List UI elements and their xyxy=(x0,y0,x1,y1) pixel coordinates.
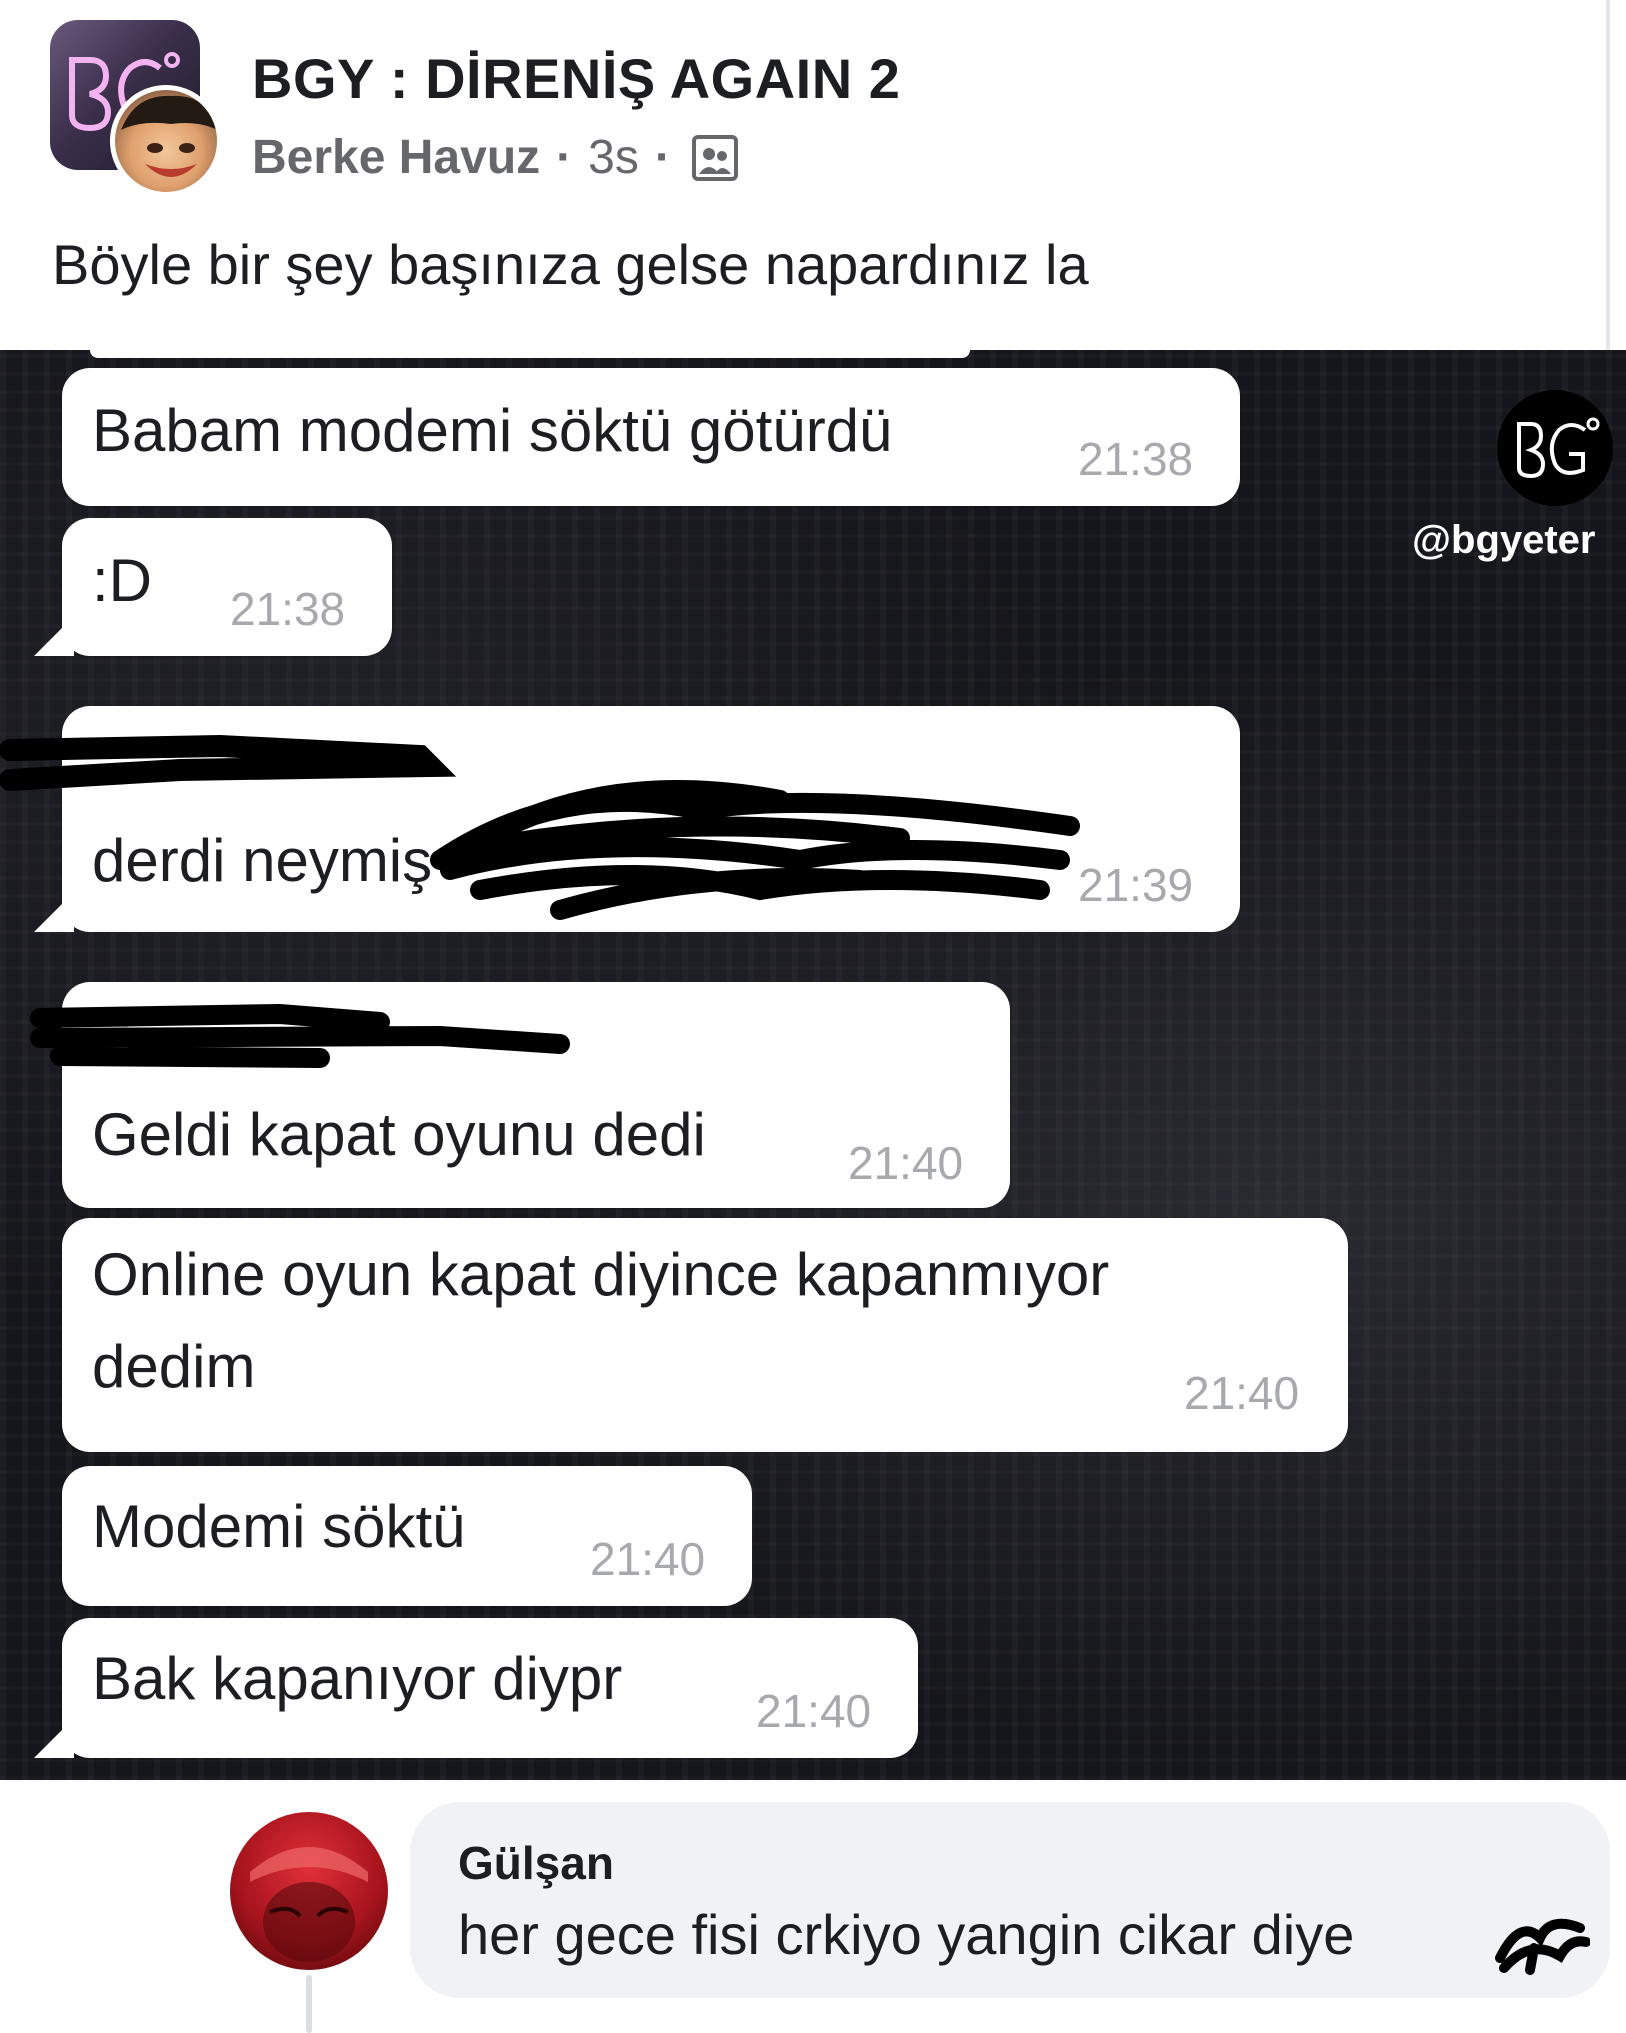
commenter-avatar[interactable] xyxy=(230,1812,388,1970)
message-time: 21:40 xyxy=(848,1137,964,1189)
watermark-handle: @bgyeter xyxy=(1412,518,1596,562)
post-caption: Böyle bir şey başınıza gelse napardınız … xyxy=(52,233,1089,296)
comment-section: Gülşan her gece fisi crkiyo yangin cikar… xyxy=(0,1780,1626,2033)
message-text: Geldi kapat oyunu dedi xyxy=(92,1101,706,1168)
bgy-logo-icon xyxy=(1497,390,1613,506)
meta-separator: · xyxy=(654,131,671,184)
group-members-icon xyxy=(691,134,739,182)
chat-screenshot-image[interactable]: Babam modemi söktü götürdü 21:38 :D 21:3… xyxy=(0,350,1626,1780)
thread-line xyxy=(306,1975,312,2033)
cropped-bubble-edge xyxy=(90,350,970,358)
message-text: Bak kapanıyor diypr xyxy=(92,1645,623,1712)
bubble-tail xyxy=(34,616,74,656)
author-avatar[interactable] xyxy=(110,85,222,197)
message-time: 21:40 xyxy=(590,1533,706,1585)
divider xyxy=(1606,0,1610,350)
message-time: 21:38 xyxy=(230,583,346,635)
post-meta: Berke Havuz · 3s · xyxy=(252,130,739,185)
message-text: Babam modemi söktü götürdü xyxy=(92,397,893,464)
chat-message: Online oyun kapat diyince kapanmıyor ded… xyxy=(62,1218,1348,1452)
comment-text: her gece fisi crkiyo yangin cikar diye xyxy=(458,1903,1355,1966)
post-header: BGY : DİRENİŞ AGAIN 2 Berke Havuz · 3s ·… xyxy=(0,0,1626,350)
redaction-scribble xyxy=(1495,1918,1590,1975)
chat-message: Modemi söktü 21:40 xyxy=(62,1466,752,1606)
bubble-tail xyxy=(34,1718,74,1758)
commenter-name-link[interactable]: Gülşan xyxy=(458,1836,614,1890)
redaction-scribble xyxy=(0,734,1080,920)
chat-message: :D 21:38 xyxy=(34,518,392,656)
post-timestamp[interactable]: 3s xyxy=(588,130,639,185)
message-text-line2: dedim xyxy=(92,1333,256,1400)
chat-message: Babam modemi söktü götürdü 21:38 xyxy=(62,368,1240,506)
chat-message: Bak kapanıyor diypr 21:40 xyxy=(34,1618,918,1758)
redaction-scribble xyxy=(30,1003,570,1068)
message-text: :D xyxy=(92,547,152,614)
message-time: 21:38 xyxy=(1078,433,1194,485)
author-name-link[interactable]: Berke Havuz xyxy=(252,130,540,185)
comment-bubble[interactable]: Gülşan her gece fisi crkiyo yangin cikar… xyxy=(410,1802,1610,1998)
message-text: Online oyun kapat diyince kapanmıyor xyxy=(92,1241,1110,1308)
message-time: 21:40 xyxy=(756,1685,872,1737)
message-time: 21:40 xyxy=(1184,1367,1300,1419)
message-text: Modemi söktü xyxy=(92,1493,466,1560)
meta-separator: · xyxy=(556,131,573,184)
group-name-link[interactable]: BGY : DİRENİŞ AGAIN 2 xyxy=(252,46,900,111)
